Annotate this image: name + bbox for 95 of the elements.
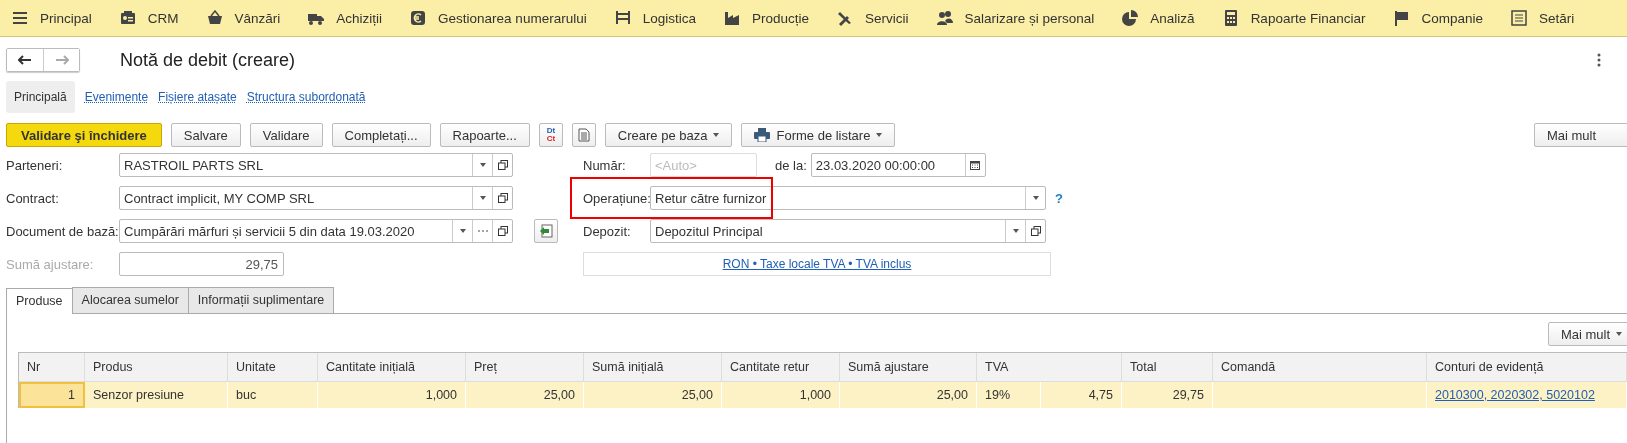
menu-item[interactable]: Servicii	[837, 10, 909, 26]
arrow-left-icon	[18, 55, 32, 65]
column-header[interactable]: Sumă inițială	[584, 353, 722, 382]
table-cell: 29,75	[1122, 382, 1213, 408]
open-window-icon	[497, 226, 508, 236]
input-field[interactable]: Contract implicit, MY COMP SRL	[119, 186, 513, 210]
window-title: Notă de debit (creare)	[120, 49, 296, 71]
document-button[interactable]	[571, 123, 596, 147]
field-label: Număr:	[583, 157, 627, 173]
date-field[interactable]: 23.03.2020 00:00:00	[810, 153, 986, 177]
fill-button[interactable]	[534, 219, 558, 243]
menu-item[interactable]: Logistica	[614, 10, 696, 26]
toolbar-button[interactable]: Salvare	[170, 123, 241, 147]
id-card-icon	[119, 10, 136, 26]
validate-close-button[interactable]: Validare şi închidere	[6, 123, 162, 147]
dt-ct-button[interactable]: Dt Ct	[538, 123, 563, 147]
table-cell: 1	[19, 382, 85, 408]
table-cell: buc	[228, 382, 318, 408]
input-field[interactable]: Cumpărări mărfuri și servicii 5 din data 19.03.2020	[119, 219, 513, 243]
menu-item[interactable]: Setări	[1511, 10, 1575, 26]
field-label: Sumă ajustare:	[6, 256, 95, 272]
flag-icon	[1393, 10, 1410, 26]
menu-item[interactable]: Producție	[723, 10, 809, 26]
input-field[interactable]: RASTROIL PARTS SRL	[119, 153, 513, 177]
shelves-icon	[614, 10, 631, 26]
input-field[interactable]: Retur către furnizor	[650, 186, 1046, 210]
menu-item[interactable]: Rapoarte Financiar	[1222, 10, 1366, 26]
input-field[interactable]: Depozitul Principal	[650, 219, 1046, 243]
table-cell: Senzor presiune	[85, 382, 228, 408]
factory-icon	[723, 10, 740, 26]
tab[interactable]: Alocarea sumelor	[71, 287, 189, 313]
more-button[interactable]: Mai mult	[1547, 322, 1627, 346]
menu-item[interactable]: CRM	[119, 10, 179, 26]
field-label: Parteneri:	[6, 157, 64, 173]
euro-icon	[410, 10, 427, 26]
column-header[interactable]: Total	[1122, 353, 1213, 382]
form-tab[interactable]: Evenimente	[84, 81, 149, 113]
table-cell: 1,000	[722, 382, 840, 408]
pricing-link[interactable]: RON • Taxe locale TVA • TVA inclus	[722, 257, 912, 271]
menu-item[interactable]: Salarizare și personal	[936, 10, 1095, 26]
field-label: de la:	[775, 157, 807, 173]
more-button[interactable]: Mai mult	[1533, 123, 1627, 147]
menu-item[interactable]: Achiziții	[308, 10, 383, 26]
column-header[interactable]: Preț	[466, 353, 584, 382]
table-cell: 4,75	[1041, 382, 1122, 408]
column-header[interactable]: Cantitate retur	[722, 353, 840, 382]
print-forms-button[interactable]: Forme de listare	[741, 123, 896, 147]
people-icon	[936, 10, 953, 26]
menu-item[interactable]: Principal	[12, 10, 92, 26]
form-tab[interactable]: Structura subordonată	[246, 81, 366, 113]
column-header[interactable]: Unitate	[228, 353, 318, 382]
tab[interactable]: Produse	[6, 288, 73, 314]
accounts-link[interactable]: 2010300, 2020302, 5020102	[1435, 388, 1595, 402]
table-cell: 1,000	[318, 382, 466, 408]
menu-item[interactable]: Analiză	[1122, 10, 1195, 26]
printer-icon	[754, 128, 771, 142]
table-cell: 19%	[977, 382, 1041, 408]
number-field[interactable]: <Auto>	[650, 153, 757, 177]
toolbar-button[interactable]: Rapoarte...	[439, 123, 530, 147]
arrow-right-icon	[54, 55, 69, 65]
column-header[interactable]: Comandă	[1213, 353, 1427, 382]
form-tab[interactable]: Fișiere atașate	[158, 81, 237, 113]
column-header[interactable]: Nr	[19, 353, 85, 382]
table-cell: 25,00	[466, 382, 584, 408]
create-based-button[interactable]: Creare pe baza	[604, 123, 733, 147]
field-label: Operațiune:	[583, 190, 650, 206]
open-window-icon	[497, 160, 508, 170]
column-header[interactable]: Cantitate inițială	[318, 353, 466, 382]
open-window-icon	[1030, 226, 1041, 236]
menu-item[interactable]: Vânzări	[206, 10, 281, 26]
more-options-icon[interactable]	[1597, 53, 1601, 67]
column-header[interactable]: Produs	[85, 353, 228, 382]
field-label: Contract:	[6, 190, 60, 206]
pie-chart-icon	[1122, 10, 1139, 26]
table-cell: 25,00	[840, 382, 977, 408]
document-icon	[577, 128, 590, 142]
field-label: Depozit:	[583, 223, 632, 239]
column-header[interactable]: Conturi de evidență	[1427, 353, 1627, 382]
help-link[interactable]: ?	[1055, 190, 1063, 206]
table-cell: 25,00	[584, 382, 722, 408]
field-label: Document de bază:	[6, 223, 119, 239]
menu-item[interactable]: Gestionarea numerarului	[410, 10, 587, 26]
form-tab[interactable]: Principală	[6, 81, 75, 113]
basket-icon	[206, 10, 223, 26]
toolbar-button[interactable]: Completați...	[331, 123, 431, 147]
menu-item[interactable]: Companie	[1393, 10, 1483, 26]
tab[interactable]: Informații suplimentare	[187, 287, 335, 313]
toolbar-button[interactable]: Validare	[249, 123, 323, 147]
column-header[interactable]: Sumă ajustare	[840, 353, 977, 382]
back-button[interactable]	[7, 49, 43, 71]
open-window-icon	[497, 193, 508, 203]
menu-icon	[12, 10, 28, 26]
input-field: 29,75	[119, 252, 284, 276]
calculator-icon	[1222, 10, 1239, 26]
column-header[interactable]: TVA	[977, 353, 1122, 382]
